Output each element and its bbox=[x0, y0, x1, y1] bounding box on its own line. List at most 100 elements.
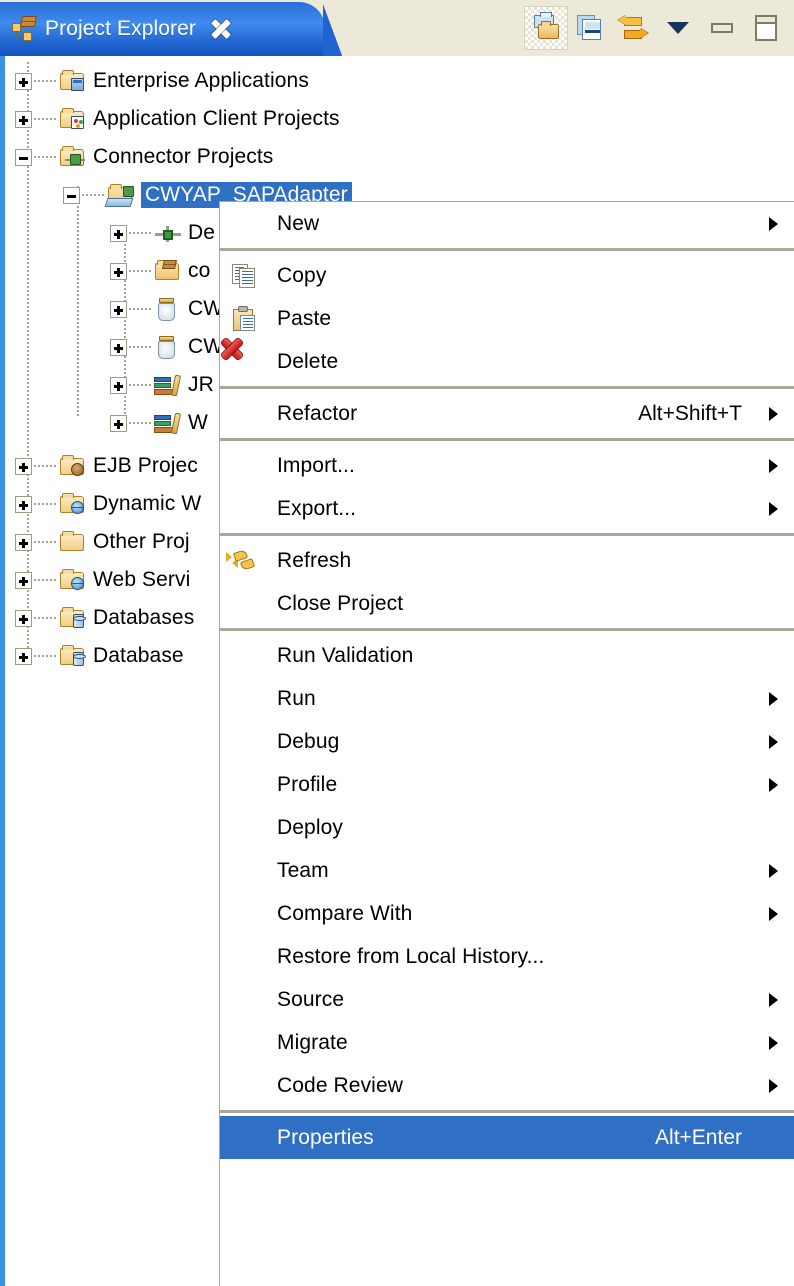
tree-item[interactable]: Enterprise Applications bbox=[15, 62, 309, 100]
menu-item-compare-with[interactable]: Compare With bbox=[220, 892, 794, 935]
expand-icon[interactable] bbox=[15, 457, 32, 475]
menu-item-shortcut: Alt+Enter bbox=[655, 1125, 742, 1149]
tree-connector bbox=[34, 503, 56, 505]
jar-icon bbox=[153, 334, 181, 360]
menu-item-label: Copy bbox=[277, 263, 327, 287]
menu-item-close-project[interactable]: Close Project bbox=[220, 582, 794, 625]
submenu-arrow-icon bbox=[769, 906, 778, 921]
tree-connector bbox=[34, 156, 56, 158]
menu-separator bbox=[220, 248, 794, 251]
expand-icon[interactable] bbox=[110, 376, 127, 394]
menu-item-delete[interactable]: Delete bbox=[220, 340, 794, 383]
menu-item-profile[interactable]: Profile bbox=[220, 763, 794, 806]
menu-item-refresh[interactable]: Refresh bbox=[220, 539, 794, 582]
menu-separator bbox=[220, 1110, 794, 1113]
tree-connector bbox=[129, 384, 151, 386]
tree-connector bbox=[34, 579, 56, 581]
source-folder-icon bbox=[153, 258, 181, 284]
tree-connector bbox=[129, 308, 151, 310]
menu-item-restore-from-local-history[interactable]: Restore from Local History... bbox=[220, 935, 794, 978]
menu-item-run[interactable]: Run bbox=[220, 677, 794, 720]
menu-item-new[interactable]: New bbox=[220, 202, 794, 245]
tree-connector bbox=[34, 655, 56, 657]
folder-ejb-icon bbox=[58, 453, 86, 479]
expand-icon[interactable] bbox=[15, 533, 32, 551]
submenu-arrow-icon bbox=[769, 1078, 778, 1093]
expand-icon[interactable] bbox=[110, 414, 127, 432]
tree-item-label: De bbox=[188, 221, 216, 244]
close-icon[interactable] bbox=[210, 18, 232, 40]
tree-item[interactable]: JR bbox=[110, 366, 214, 404]
tree-item[interactable]: Application Client Projects bbox=[15, 100, 340, 138]
menu-item-migrate[interactable]: Migrate bbox=[220, 1021, 794, 1064]
menu-item-label: Import... bbox=[277, 453, 355, 477]
menu-item-label: Refactor bbox=[277, 401, 358, 425]
tree-item[interactable]: co bbox=[110, 252, 210, 290]
tree-item[interactable]: De bbox=[110, 214, 215, 252]
expand-icon[interactable] bbox=[15, 571, 32, 589]
tree-item[interactable]: EJB Projec bbox=[15, 447, 198, 485]
tree-item[interactable]: CW bbox=[110, 328, 223, 366]
menu-item-label: Debug bbox=[277, 729, 340, 753]
menu-item-import[interactable]: Import... bbox=[220, 444, 794, 487]
minimize-button[interactable] bbox=[700, 6, 744, 50]
expand-icon[interactable] bbox=[110, 300, 127, 318]
tree-item-label: Connector Projects bbox=[93, 145, 274, 168]
folder-appclient-icon bbox=[58, 106, 86, 132]
tree-item[interactable]: Database bbox=[15, 637, 184, 675]
tree-connector bbox=[82, 194, 104, 196]
menu-item-deploy[interactable]: Deploy bbox=[220, 806, 794, 849]
maximize-button[interactable] bbox=[744, 6, 788, 50]
collapse-icon[interactable] bbox=[15, 148, 32, 166]
context-menu: New Copy Paste Delete Refactor Alt+Shift+T Imp… bbox=[219, 201, 794, 1286]
expand-icon[interactable] bbox=[15, 72, 32, 90]
tree-item[interactable]: Connector Projects bbox=[15, 138, 273, 176]
folder-plain-icon bbox=[58, 529, 86, 555]
expand-icon[interactable] bbox=[15, 609, 32, 627]
expand-icon[interactable] bbox=[110, 338, 127, 356]
menu-item-properties[interactable]: Properties Alt+Enter bbox=[220, 1116, 794, 1159]
tab-project-explorer[interactable]: Project Explorer bbox=[0, 2, 343, 56]
tree-item[interactable]: W bbox=[110, 404, 208, 442]
tree-item[interactable]: Databases bbox=[15, 599, 194, 637]
expand-icon[interactable] bbox=[110, 262, 127, 280]
tree-item[interactable]: Web Servi bbox=[15, 561, 190, 599]
menu-item-debug[interactable]: Debug bbox=[220, 720, 794, 763]
tree-item-label: Dynamic W bbox=[93, 492, 202, 515]
folder-web-icon bbox=[58, 491, 86, 517]
double-arrow-icon bbox=[618, 13, 650, 43]
submenu-arrow-icon bbox=[769, 458, 778, 473]
tree-connector bbox=[129, 422, 151, 424]
menu-item-refactor[interactable]: Refactor Alt+Shift+T bbox=[220, 392, 794, 435]
menu-item-export[interactable]: Export... bbox=[220, 487, 794, 530]
menu-item-code-review[interactable]: Code Review bbox=[220, 1064, 794, 1107]
tree-item[interactable]: Dynamic W bbox=[15, 485, 201, 523]
expand-icon[interactable] bbox=[15, 647, 32, 665]
menu-separator bbox=[220, 386, 794, 389]
menu-item-team[interactable]: Team bbox=[220, 849, 794, 892]
submenu-arrow-icon bbox=[769, 777, 778, 792]
view-menu-button[interactable] bbox=[656, 6, 700, 50]
minimize-icon bbox=[711, 23, 733, 33]
submenu-arrow-icon bbox=[769, 992, 778, 1007]
menu-item-label: New bbox=[277, 211, 320, 235]
view-menu-arrows-button[interactable] bbox=[612, 6, 656, 50]
collapse-icon[interactable] bbox=[63, 186, 80, 204]
menu-item-copy[interactable]: Copy bbox=[220, 254, 794, 297]
tab-label: Project Explorer bbox=[45, 17, 196, 40]
link-with-editor-icon bbox=[575, 13, 605, 43]
collapse-all-button[interactable] bbox=[524, 6, 568, 50]
tree-guide-line bbox=[77, 186, 79, 416]
expand-icon[interactable] bbox=[110, 224, 127, 242]
tree-item-label: Web Servi bbox=[93, 568, 191, 591]
tree-item[interactable]: CW bbox=[110, 290, 223, 328]
folder-web-icon bbox=[58, 567, 86, 593]
menu-item-run-validation[interactable]: Run Validation bbox=[220, 634, 794, 677]
link-with-editor-button[interactable] bbox=[568, 6, 612, 50]
menu-item-paste[interactable]: Paste bbox=[220, 297, 794, 340]
expand-icon[interactable] bbox=[15, 110, 32, 128]
expand-icon[interactable] bbox=[15, 495, 32, 513]
menu-item-source[interactable]: Source bbox=[220, 978, 794, 1021]
tree-item[interactable]: Other Proj bbox=[15, 523, 190, 561]
tree-connector bbox=[34, 617, 56, 619]
